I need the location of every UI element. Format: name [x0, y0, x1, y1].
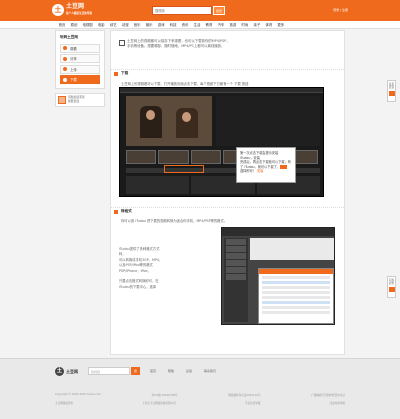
sidebar-title: 玩转土豆网	[60, 35, 78, 39]
nav-item[interactable]: 电视剧	[80, 21, 95, 29]
logo-subtitle: 每个人都是生活的导演	[66, 12, 92, 15]
nav-item[interactable]: 动漫	[119, 21, 131, 29]
footer-text: 上海全土豆网络科技有限公司	[142, 402, 176, 405]
footer-text: 广播电视节目制作经营许可证	[311, 394, 345, 397]
bullet-icon	[63, 46, 67, 50]
footer-text: 网络视听许可证0907116号	[228, 394, 261, 397]
section-convert-title: 转格式	[121, 209, 132, 213]
video-frame	[126, 96, 212, 146]
sidebar-item-label: 分享	[70, 57, 77, 61]
intro-text: 土豆网上的视频都可以保存下来观看，也可以下载到你的MP4/PSP， 手机等设备。…	[127, 39, 230, 48]
footer-link[interactable]: 联系我们	[204, 369, 216, 373]
popup-line-4: 选择即可！	[240, 169, 256, 174]
footer: 土 土豆网 搜视频 搜 首页 帮助 反馈 联系我们 Copyright © 2005-…	[0, 358, 400, 419]
bullet-icon	[63, 67, 67, 71]
nav-item[interactable]: 旅游	[227, 21, 239, 29]
nav-item[interactable]: 生活	[191, 21, 203, 29]
float-survey-label: 问卷调查	[388, 279, 395, 286]
itudou-video-list	[250, 238, 334, 260]
bullet-icon	[63, 56, 67, 61]
section-marker-icon	[114, 71, 118, 76]
instruction-line: iTudou的下载中心，选择	[119, 284, 157, 289]
convert-screenshot	[221, 227, 335, 325]
nav-item[interactable]: 资讯	[179, 21, 191, 29]
sidebar-item[interactable]: 分享	[60, 54, 100, 63]
section-convert-desc: 你可以用 iTudou 把下载的视频转换为适合你手机，MP4/PSP等的格式。	[121, 219, 228, 223]
footer-search-input[interactable]: 搜视频	[88, 367, 130, 375]
footer-logo[interactable]: 土 土豆网	[55, 367, 78, 376]
login-links[interactable]: 登录 | 注册	[333, 8, 348, 12]
section-download-header: 下载	[111, 69, 344, 77]
footer-link[interactable]: 反馈	[186, 369, 192, 373]
sidebar-item[interactable]: 观看	[60, 43, 100, 53]
nav-item[interactable]: 汽车	[215, 21, 227, 29]
footer-link[interactable]: 帮助	[168, 369, 174, 373]
section-convert-header: 转格式	[111, 207, 344, 215]
nav-item[interactable]: 教育	[203, 21, 215, 29]
feedback-icon	[388, 90, 395, 96]
main-panel: 土豆网上的视频都可以保存下来观看，也可以下载到你的MP4/PSP， 手机等设备。…	[110, 30, 345, 355]
popup-line-1: 第一次点击下载会提示安装 iTudou，安装	[240, 151, 279, 160]
nav-item[interactable]: 游戏	[155, 21, 167, 29]
sidebar-item[interactable]: 上传	[60, 64, 100, 74]
sidebar-item-label: 观看	[70, 46, 77, 51]
itudou-sidebar	[224, 238, 248, 322]
search-button[interactable]: 搜索	[213, 6, 225, 15]
footer-text: 沪ICP备 05016789号	[151, 394, 178, 397]
nav-item[interactable]: 娱乐	[143, 21, 155, 29]
section-download-desc: 土豆网上的视频都可以下载，打开播放页面点击下载，每个视频下方都有一个 下载 按钮	[121, 82, 249, 86]
section-marker-icon	[114, 209, 118, 214]
install-button-icon	[280, 165, 288, 169]
footer-link[interactable]: 首页	[150, 369, 156, 373]
intro: 土豆网上的视频都可以保存下来观看，也可以下载到你的MP4/PSP， 手机等设备。…	[119, 39, 336, 49]
sidebar-box: 玩转土豆网 观看分享上传下载	[55, 30, 105, 89]
sidebar-item-label: 下载	[70, 78, 77, 82]
feedback-button[interactable]: 问题反馈有奖 我要反馈	[55, 92, 105, 107]
float-feedback-tab[interactable]: 意见反馈	[387, 80, 396, 102]
install-link[interactable]: 安装	[257, 169, 263, 173]
survey-icon	[388, 286, 395, 292]
nav-item[interactable]: 亲子	[251, 21, 263, 29]
section-download-title: 下载	[121, 71, 129, 75]
download-tip-popup: 第一次点击下载会提示安装 iTudou，安装 完成后，再点击下载就可以下载，有 …	[236, 147, 296, 183]
logo-title: 土豆网	[66, 3, 85, 10]
sidebar-item-label: 上传	[70, 67, 77, 72]
footer-logo-mark: 土	[55, 367, 64, 376]
footer-license-line: 土豆网版权所有 上海全土豆网络科技有限公司 不良信息举报 违法内容举报	[55, 401, 345, 405]
footer-text: Copyright © 2005-2010 Tudou.com	[55, 393, 101, 396]
channel-nav: 首页 原创 电视剧 电影 综艺 动漫 音乐 娱乐 游戏 科技 资讯 生活 教育 汽车 旅游 时尚 亲子 体育 更多	[0, 21, 400, 29]
nav-item[interactable]: 综艺	[107, 21, 119, 29]
top-header: 土 土豆网 每个人都是生活的导演 搜索 登录 | 注册	[0, 0, 400, 21]
bullet-icon	[63, 77, 67, 82]
convert-instructions: iTudou提供了多种格式方式 转， 可以转换成手机3GP，MP4， 以及PSP…	[119, 247, 179, 290]
site-logo[interactable]: 土 土豆网 每个人都是生活的导演	[52, 3, 92, 17]
footer-logo-text: 土豆网	[66, 368, 78, 374]
float-survey-tab[interactable]: 问卷调查	[387, 276, 396, 298]
search-input[interactable]	[153, 7, 201, 15]
nav-item[interactable]: 更多	[275, 21, 287, 29]
footer-text: 土豆网版权所有	[55, 402, 74, 405]
nav-item[interactable]: 科技	[167, 21, 179, 29]
footer-search-button[interactable]: 搜	[131, 367, 140, 375]
nav-item[interactable]: 原创	[68, 21, 80, 29]
footer-copyright-line: Copyright © 2005-2010 Tudou.com 沪ICP备 050…	[55, 393, 345, 397]
footer-text: 违法内容举报	[329, 402, 345, 405]
logo-mark: 土	[52, 4, 64, 16]
info-icon	[119, 40, 125, 46]
sidebar-item[interactable]: 下载	[60, 75, 100, 84]
nav-item[interactable]: 时尚	[239, 21, 251, 29]
feedback-icon	[58, 95, 66, 104]
nav-item[interactable]: 音乐	[131, 21, 143, 29]
footer-text: 不良信息举报	[244, 402, 261, 405]
nav-item[interactable]: 首页	[56, 21, 68, 29]
nav-item[interactable]: 体育	[263, 21, 275, 29]
format-convert-dialog	[258, 268, 334, 324]
footer-links: 首页 帮助 反馈 联系我们	[150, 369, 216, 373]
nav-item[interactable]: 电影	[95, 21, 107, 29]
sidebar: 玩转土豆网 观看分享上传下载 问题反馈有奖 我要反馈	[55, 30, 105, 107]
download-button-highlight	[164, 165, 204, 173]
feedback-label-2: 我要反馈	[68, 98, 80, 103]
float-feedback-label: 意见反馈	[388, 83, 395, 90]
search-box	[152, 6, 212, 15]
